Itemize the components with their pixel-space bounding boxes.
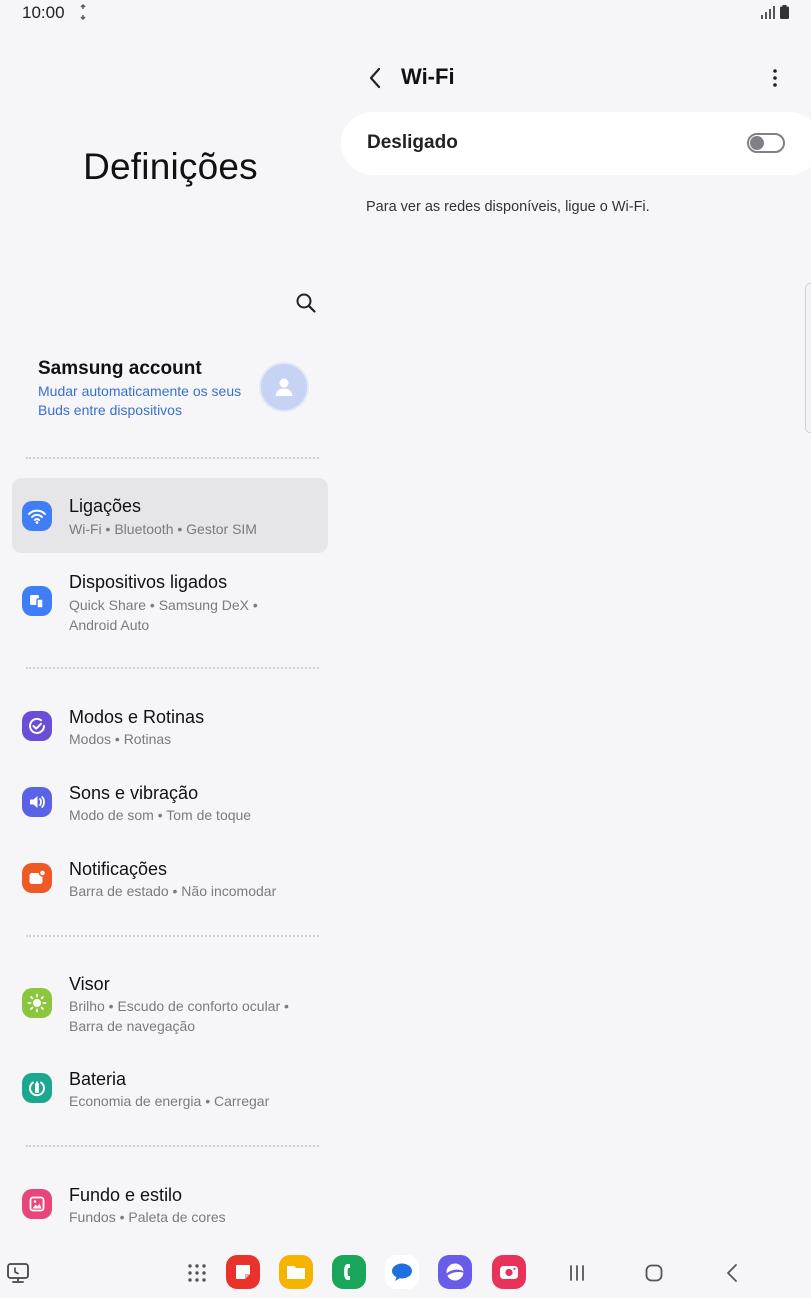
wifi-toggle-card[interactable]: Desligado xyxy=(341,112,811,175)
avatar xyxy=(261,364,307,410)
item-subtitle: Barra de estado • Não incomodar xyxy=(69,883,277,899)
home-icon xyxy=(645,1264,663,1282)
wifi-page-title: Wi-Fi xyxy=(401,64,455,89)
item-title: Fundo e estilo xyxy=(69,1185,183,1205)
battery-care-icon xyxy=(22,1073,52,1103)
settings-item-notificacoes[interactable]: Notificações Barra de estado • Não incom… xyxy=(12,850,328,910)
sync-icon xyxy=(80,4,86,20)
signal-icon xyxy=(761,6,775,19)
settings-item-ligacoes[interactable]: Ligações Wi-Fi • Bluetooth • Gestor SIM xyxy=(12,478,328,553)
screen-time-icon xyxy=(7,1263,29,1283)
notes-app-icon[interactable] xyxy=(226,1255,260,1289)
phone-app-icon[interactable] xyxy=(332,1255,366,1289)
search-icon xyxy=(296,293,316,313)
camera-app-icon[interactable] xyxy=(492,1255,526,1289)
recents-icon xyxy=(570,1265,584,1281)
back-icon xyxy=(727,1264,737,1282)
samsung-account-entry[interactable]: Samsung account Mudar automaticamente os… xyxy=(38,356,328,426)
item-title: Dispositivos ligados xyxy=(69,572,228,592)
divider xyxy=(26,457,319,459)
settings-item-visor[interactable]: Visor Brilho • Escudo de conforto ocular… xyxy=(12,966,328,1044)
back-button[interactable] xyxy=(362,64,388,92)
account-subtitle: Mudar automaticamente os seus Buds entre… xyxy=(38,383,242,418)
settings-item-fundo-estilo[interactable]: Fundo e estilo Fundos • Paleta de cores xyxy=(12,1176,328,1236)
apps-grid-icon xyxy=(188,1264,206,1282)
wifi-icon xyxy=(22,501,52,531)
settings-item-modos-rotinas[interactable]: Modos e Rotinas Modos • Rotinas xyxy=(12,698,328,758)
messages-app-icon[interactable] xyxy=(385,1255,419,1289)
settings-item-sons-vibracao[interactable]: Sons e vibração Modo de som • Tom de toq… xyxy=(12,774,328,834)
brightness-icon xyxy=(22,988,52,1018)
item-title: Notificações xyxy=(69,859,168,879)
item-subtitle: Quick Share • Samsung DeX • Android Auto xyxy=(69,597,258,633)
more-vertical-icon xyxy=(773,69,777,87)
notification-icon xyxy=(22,863,52,893)
recents-nav-button[interactable] xyxy=(563,1259,591,1287)
search-button[interactable] xyxy=(292,289,320,317)
modes-icon xyxy=(22,711,52,741)
item-subtitle: Fundos • Paleta de cores xyxy=(69,1209,226,1225)
wifi-toggle-label: Desligado xyxy=(367,132,458,153)
settings-item-dispositivos-ligados[interactable]: Dispositivos ligados Quick Share • Samsu… xyxy=(12,564,328,642)
battery-icon xyxy=(780,5,789,19)
wifi-switch[interactable] xyxy=(747,133,785,153)
divider xyxy=(26,667,319,669)
item-title: Bateria xyxy=(69,1069,127,1089)
settings-item-bateria[interactable]: Bateria Economia de energia • Carregar xyxy=(12,1060,328,1120)
item-title: Modos e Rotinas xyxy=(69,707,205,727)
switch-knob xyxy=(750,136,764,150)
divider xyxy=(26,935,319,937)
item-title: Ligações xyxy=(69,496,142,516)
apps-grid-button[interactable] xyxy=(183,1259,211,1287)
home-nav-button[interactable] xyxy=(640,1259,668,1287)
status-time: 10:00 xyxy=(22,3,65,22)
sound-icon xyxy=(22,787,52,817)
person-icon xyxy=(275,378,293,396)
item-subtitle: Economia de energia • Carregar xyxy=(69,1093,270,1109)
item-subtitle: Modos • Rotinas xyxy=(69,731,172,747)
item-subtitle: Brilho • Escudo de conforto ocular • Bar… xyxy=(69,998,289,1034)
recent-screen-button[interactable] xyxy=(4,1260,32,1286)
back-nav-button[interactable] xyxy=(718,1259,746,1287)
files-app-icon[interactable] xyxy=(279,1255,313,1289)
chevron-left-icon xyxy=(369,67,381,89)
devices-icon xyxy=(22,586,52,616)
wallpaper-icon xyxy=(22,1189,52,1219)
edge-panel-handle[interactable] xyxy=(805,283,811,433)
item-subtitle: Wi-Fi • Bluetooth • Gestor SIM xyxy=(69,521,257,537)
internet-app-icon[interactable] xyxy=(438,1255,472,1289)
more-options-button[interactable] xyxy=(762,64,788,92)
item-subtitle: Modo de som • Tom de toque xyxy=(69,807,252,823)
divider xyxy=(26,1145,319,1147)
wifi-info-text: Para ver as redes disponíveis, ligue o W… xyxy=(366,199,650,215)
item-title: Sons e vibração xyxy=(69,783,199,803)
item-title: Visor xyxy=(69,974,110,994)
page-title: Definições xyxy=(83,146,258,187)
account-title: Samsung account xyxy=(38,358,202,379)
